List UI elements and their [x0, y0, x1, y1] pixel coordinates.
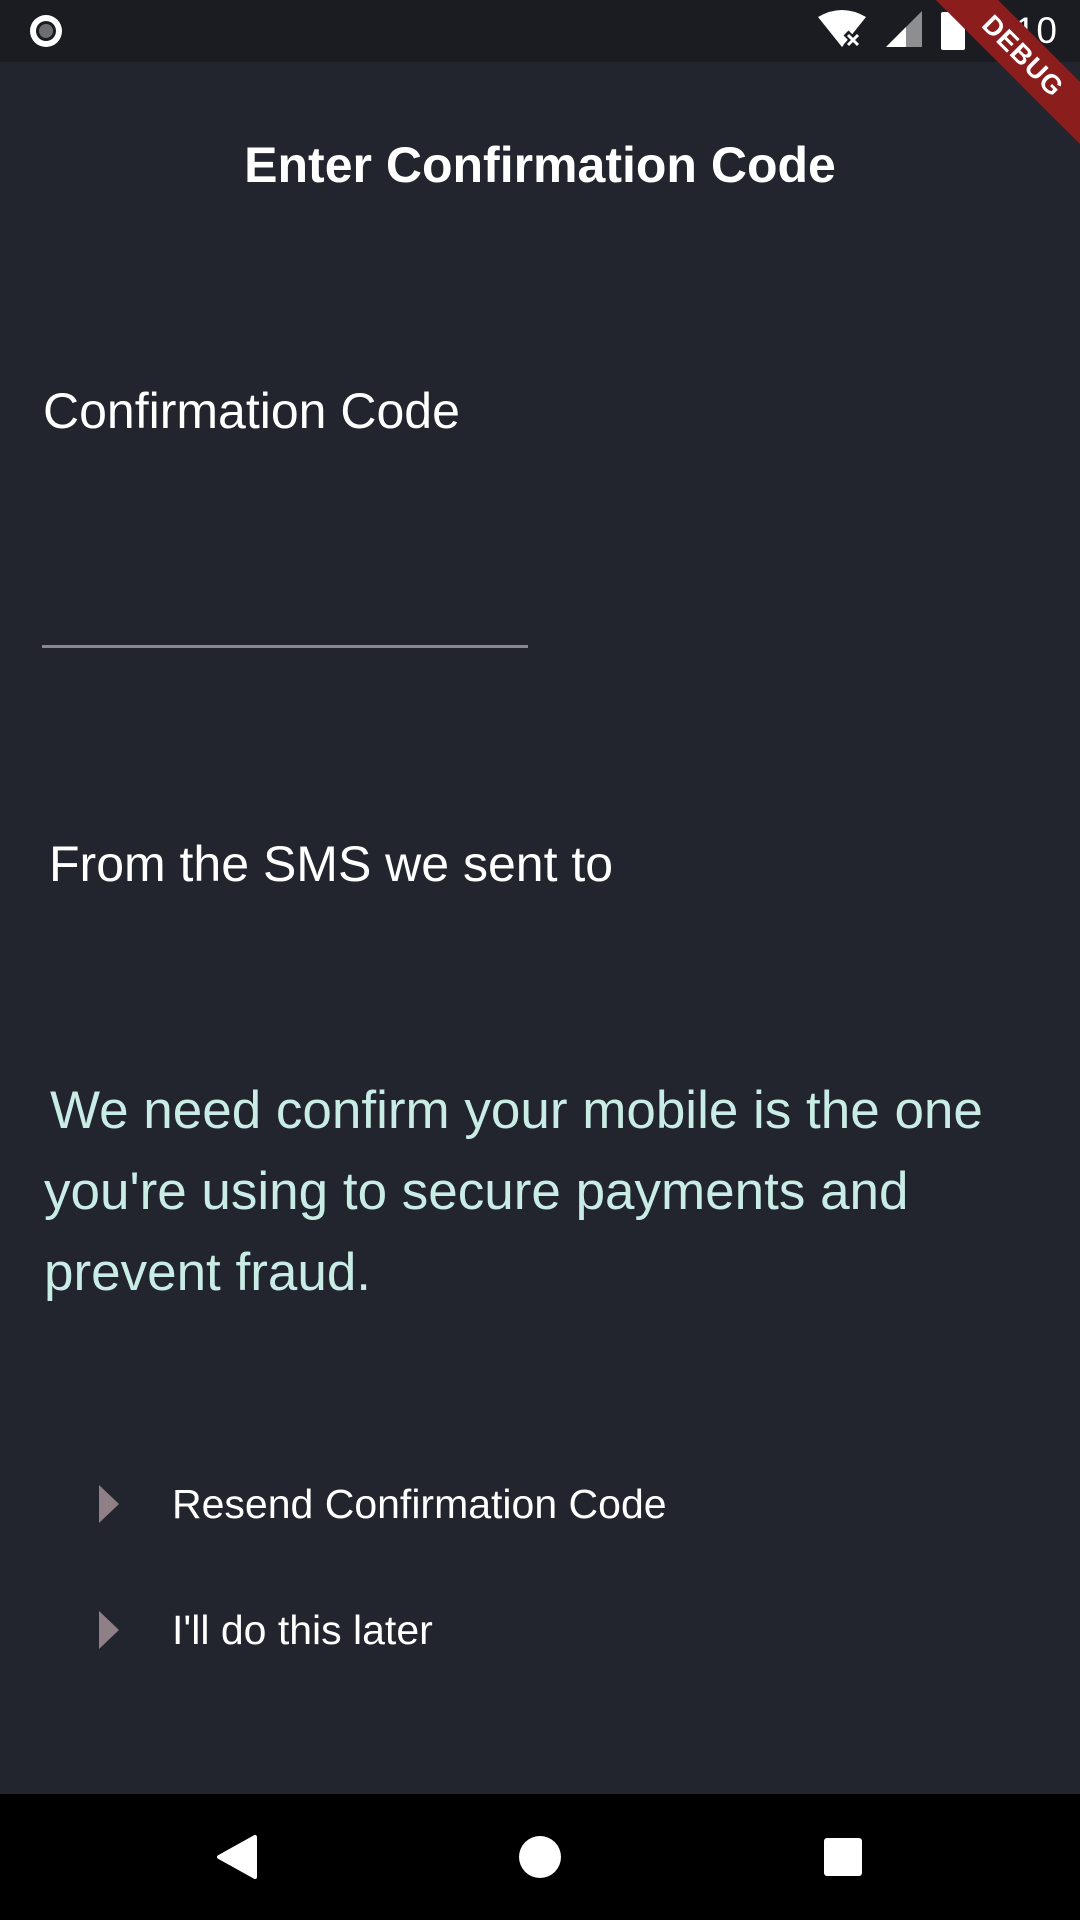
confirmation-code-screen: 6:10 DEBUG Enter Confirmation Code Confi…: [0, 0, 1080, 1920]
status-bar: 6:10: [0, 0, 1080, 62]
resend-code-button[interactable]: Resend Confirmation Code: [60, 1464, 780, 1544]
wifi-off-icon: [816, 9, 868, 54]
home-icon[interactable]: [507, 1824, 573, 1890]
recents-icon[interactable]: [810, 1824, 876, 1890]
play-arrow-icon: [84, 1479, 134, 1529]
confirmation-code-label: Confirmation Code: [43, 383, 460, 439]
signal-icon: [884, 9, 924, 54]
page-title: Enter Confirmation Code: [244, 137, 836, 193]
confirmation-code-input[interactable]: [42, 560, 528, 648]
record-icon: [28, 13, 64, 49]
do-later-label: I'll do this later: [172, 1606, 433, 1653]
resend-code-label: Resend Confirmation Code: [172, 1480, 667, 1527]
navigation-bar: [0, 1794, 1080, 1920]
info-message: We need confirm your mobile is the one y…: [44, 1081, 983, 1302]
play-arrow-icon: [84, 1605, 134, 1655]
sms-notice-text: From the SMS we sent to: [49, 836, 614, 892]
back-icon[interactable]: [204, 1824, 270, 1890]
do-later-button[interactable]: I'll do this later: [60, 1590, 780, 1670]
